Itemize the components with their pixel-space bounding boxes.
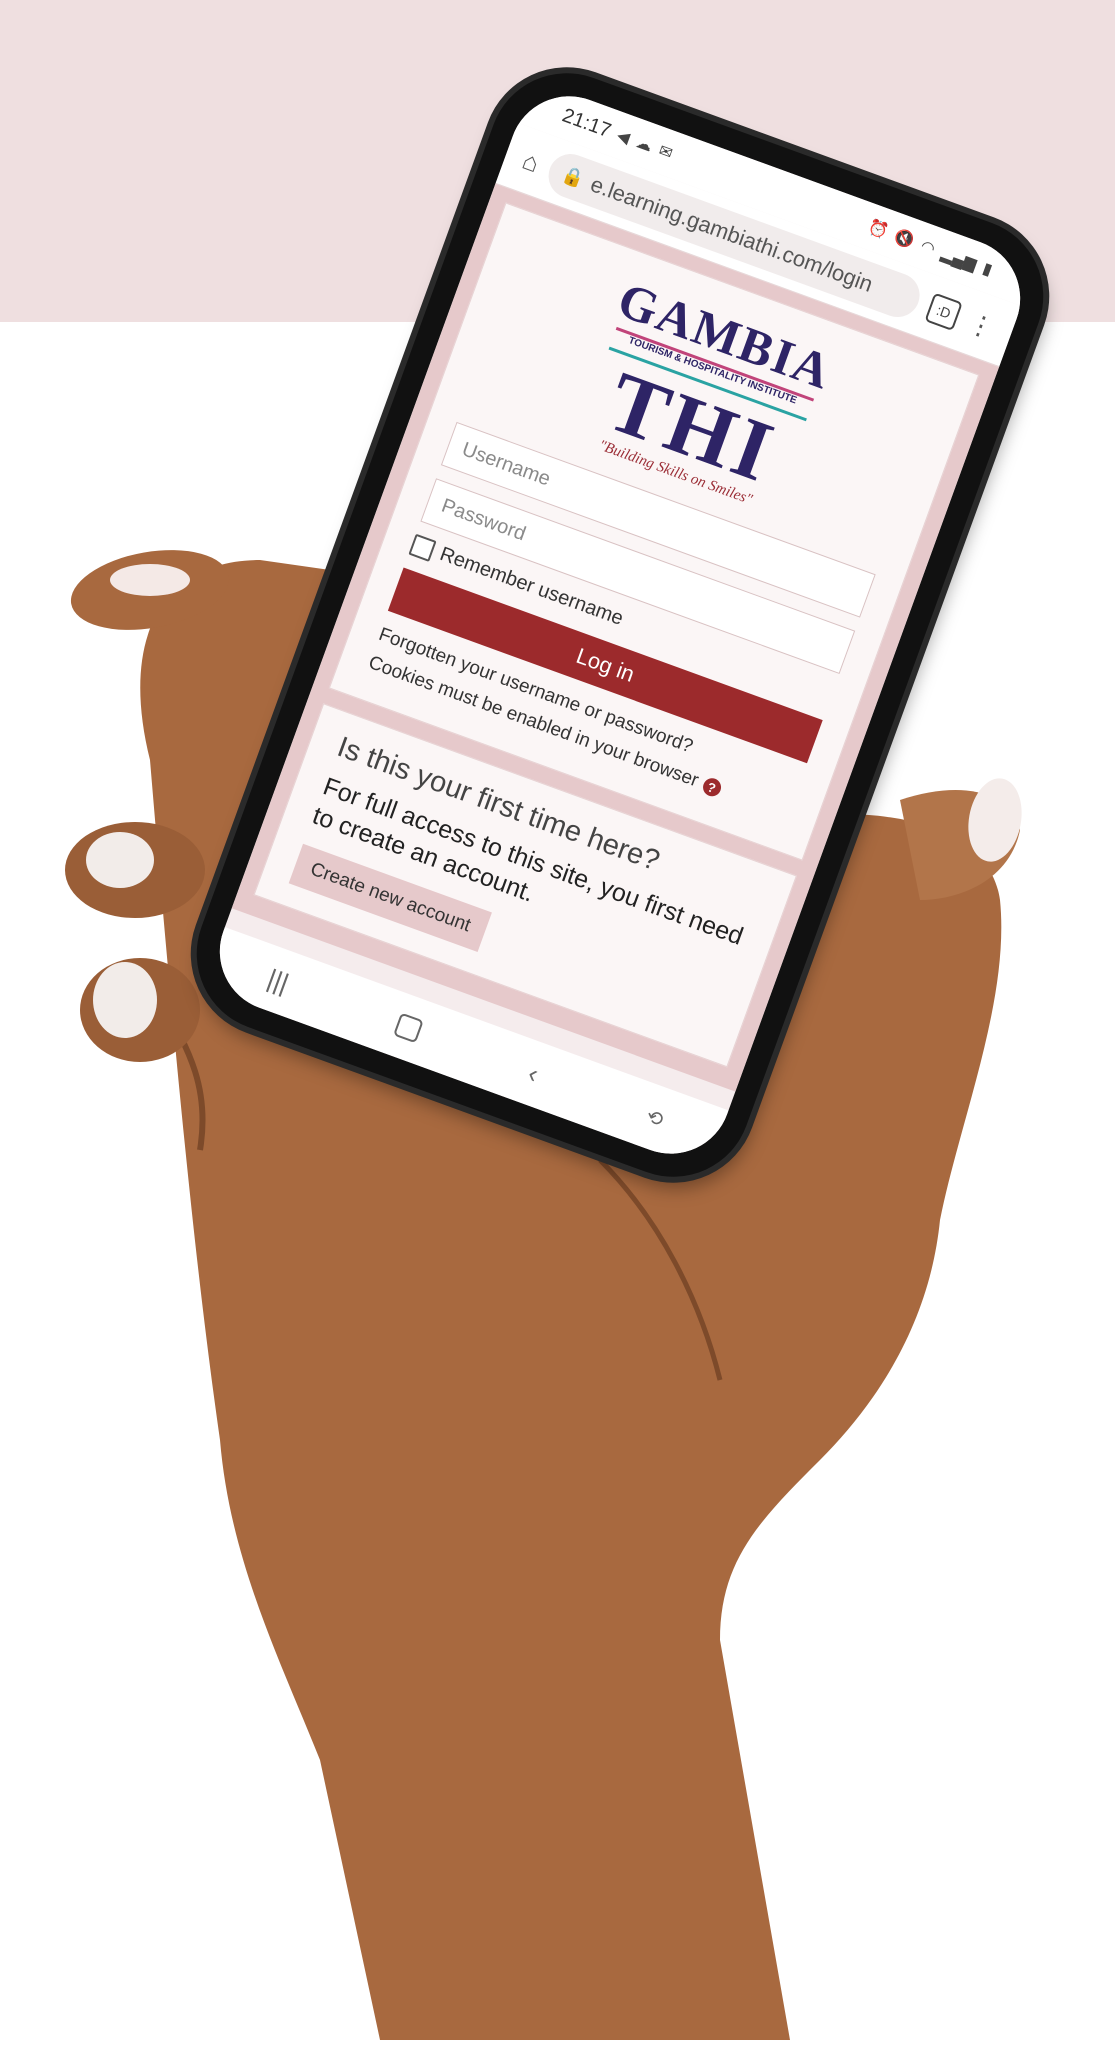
username-placeholder: Username [459, 437, 554, 491]
stage: 21:17 ◀ ☁ ✉ ⏰ 🔇 ◠ ▂▄▆ ▮ ⌂ 🔒 e.learning.g… [0, 0, 1115, 2051]
mute-icon: 🔇 [892, 228, 917, 251]
tabs-icon[interactable]: :D [924, 292, 963, 332]
wifi-icon: ◠ [918, 237, 938, 259]
battery-icon: ▮ [980, 260, 995, 280]
alarm-icon: ⏰ [865, 218, 891, 242]
navigation-icon: ◀ [614, 127, 632, 148]
nav-home-icon[interactable] [393, 1012, 424, 1044]
status-time: 21:17 [559, 103, 615, 142]
mail-icon: ✉ [656, 142, 675, 163]
rotate-icon[interactable]: ⟲ [643, 1103, 667, 1132]
help-icon[interactable]: ? [700, 775, 724, 799]
home-icon[interactable]: ⌂ [518, 144, 544, 179]
remember-checkbox[interactable] [408, 533, 437, 562]
tabs-label: :D [934, 301, 953, 322]
recent-apps-icon[interactable]: ||| [263, 963, 293, 999]
more-menu-icon[interactable]: ⋮ [964, 306, 999, 344]
signal-icon: ▂▄▆ [938, 245, 979, 274]
lock-icon: 🔒 [559, 163, 588, 190]
password-placeholder: Password [438, 494, 529, 545]
cloud-icon: ☁ [633, 134, 655, 156]
login-button-label: Log in [573, 642, 638, 687]
back-icon[interactable]: ‹ [524, 1057, 542, 1089]
